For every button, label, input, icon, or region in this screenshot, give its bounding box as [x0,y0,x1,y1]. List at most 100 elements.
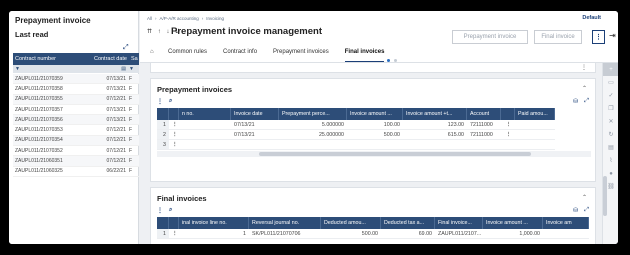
print-icon[interactable]: ▤ [603,141,618,154]
list-item[interactable]: ZAUPL011/21070357 07/13/21 F [13,105,139,116]
row-menu-icon[interactable]: ⋮ [169,130,179,139]
horizontal-scrollbar[interactable] [157,151,591,157]
col-contract-date[interactable]: Contract date [73,53,129,65]
check-icon[interactable]: ✓ [603,89,618,102]
grid-header-cell[interactable]: Invoice amount ... [347,108,403,120]
list-item[interactable]: ZAUPL011/21060325 06/22/21 F [13,167,139,177]
breadcrumb-item[interactable]: Invoicing [206,16,224,21]
tab-prepayment-invoices[interactable]: Prepayment invoices [265,49,337,63]
tab-common-rules[interactable]: Common rules [160,49,215,63]
list-item[interactable]: ZAUPL011/21070356 07/13/21 F [13,115,139,126]
list-item[interactable]: ZAUPL011/21070352 07/12/21 F [13,146,139,157]
grid-header-cell[interactable]: Deducted amou... [321,217,381,229]
tab-contract-info[interactable]: Contract info [215,49,265,63]
list-item[interactable]: ZAUPL011/21070353 07/12/21 F [13,125,139,136]
cell[interactable] [543,229,589,238]
cell[interactable]: 25.000000 [279,130,347,139]
cell[interactable]: 5.000000 [279,120,347,129]
cell[interactable] [179,120,231,129]
grid-header-cell[interactable]: inal invoice line no. [179,217,249,229]
prepayment-invoice-button[interactable]: Prepayment invoice [452,30,528,44]
cell[interactable] [403,140,467,149]
doc-icon[interactable]: ▭ [603,76,618,89]
search-icon[interactable]: ⌕ [169,98,172,105]
list-item[interactable]: ZAUPL011/21070355 07/12/21 F [13,94,139,105]
cell[interactable]: 1,000.00 [483,229,543,238]
copy-icon[interactable]: ❐ [603,102,618,115]
more-icon[interactable]: ⋮ [157,207,163,214]
breadcrumb-item[interactable]: All [147,16,152,21]
grid-header-cell[interactable]: n no. [179,108,231,120]
database-icon[interactable]: ⛁ [573,207,578,214]
chevron-up-icon[interactable]: ⌃ [582,85,587,92]
list-item[interactable]: ZAUPL011/21070358 07/13/21 F [13,84,139,95]
row-menu-icon[interactable]: ⋮ [169,140,179,149]
cell[interactable] [279,140,347,149]
cell[interactable]: 69.00 [381,229,435,238]
list-item[interactable]: ZAUPL011/21070359 07/13/21 F [13,74,139,85]
search-icon[interactable]: ⌕ [169,207,172,214]
grid-header-cell[interactable]: Reversal journal no. [249,217,321,229]
more-actions-button[interactable]: ⋮ [592,30,605,44]
grid-header-cell[interactable]: Account [467,108,501,120]
row-menu-icon[interactable]: ⋮ [501,120,515,129]
table-row[interactable]: 2 ⋮ 07/13/21 25.000000 500.00 615.00 72111000 ⋮ [157,130,555,140]
cell[interactable] [179,130,231,139]
more-icon[interactable]: ⋮ [581,64,587,71]
row-menu-icon[interactable]: ⋮ [501,130,515,139]
cell[interactable] [467,140,501,149]
list-item[interactable]: ZAUPL011/21070354 07/12/21 F [13,135,139,147]
cell[interactable]: 100.00 [347,120,403,129]
row-menu-icon[interactable]: ⋮ [169,229,179,238]
grid-header-cell[interactable]: Invoice am [543,217,589,229]
grid-header-cell[interactable]: Paid amou... [515,108,555,120]
plus-icon[interactable]: + [603,63,618,76]
grid-header-cell[interactable]: Invoice date [231,108,279,120]
database-icon[interactable]: ⛁ [573,98,578,105]
cell[interactable]: 1 [179,229,249,238]
list-item[interactable]: ZAUPL011/21060351 07/12/21 F [13,156,139,167]
expand-icon[interactable]: ⤢ [584,98,589,105]
cell[interactable] [515,140,555,149]
attach-icon[interactable]: ⌇ [603,154,618,167]
table-row[interactable]: 1 ⋮ 1 SK/PL011/21070706 500.00 69.00 ZAUPL011/… [157,229,589,239]
exit-icon[interactable]: ⇥ [609,31,616,40]
grid-header-cell[interactable]: Prepayment perce... [279,108,347,120]
final-invoice-button[interactable]: Final invoice [534,30,582,44]
tab-final-invoices[interactable]: Final invoices [337,49,393,63]
expand-icon[interactable]: ⤢ [584,207,589,214]
cell[interactable]: 07/13/21 [231,130,279,139]
cell[interactable] [179,140,231,149]
cell[interactable]: 72111000 [467,130,501,139]
filter-icon[interactable]: ▤ [73,66,129,72]
table-row[interactable]: 1 ⋮ 07/13/21 5.000000 100.00 123.00 72111000 ⋮ [157,120,555,130]
cell[interactable]: 500.00 [321,229,381,238]
chevron-up-icon[interactable]: ⌃ [582,194,587,201]
default-selector[interactable]: Default [582,15,601,21]
cell[interactable] [347,140,403,149]
refresh-icon[interactable]: ↻ [603,128,618,141]
cell[interactable] [231,140,279,149]
home-icon[interactable]: ⌂ [150,49,154,55]
cell[interactable]: 500.00 [347,130,403,139]
grid-header-cell[interactable]: Deducted tax a... [381,217,435,229]
breadcrumb-item[interactable]: A/P-A/R accounting [160,16,199,21]
scrollbar-thumb[interactable] [259,152,531,156]
more-icon[interactable]: ⋮ [157,98,163,105]
cell[interactable]: 07/13/21 [231,120,279,129]
cell[interactable] [515,120,555,129]
table-row[interactable]: 3 ⋮ [157,140,555,150]
grid-header-cell[interactable]: Invoice amount ... [483,217,543,229]
grid-header-cell[interactable]: Invoice amount +t... [403,108,467,120]
cell[interactable] [515,130,555,139]
filter-icon[interactable]: ▼ [13,66,73,72]
cell[interactable]: 123.00 [403,120,467,129]
cell[interactable]: 615.00 [403,130,467,139]
col-sa[interactable]: Sa [129,53,139,65]
row-menu-icon[interactable] [501,140,515,149]
cell[interactable]: SK/PL011/21070706 [249,229,321,238]
expand-icon[interactable]: ⤢ [123,44,131,52]
filter-icon[interactable]: ▼ [129,66,139,72]
col-contract-number[interactable]: Contract number [13,53,73,65]
grid-header-cell[interactable]: Final invoice... [435,217,483,229]
